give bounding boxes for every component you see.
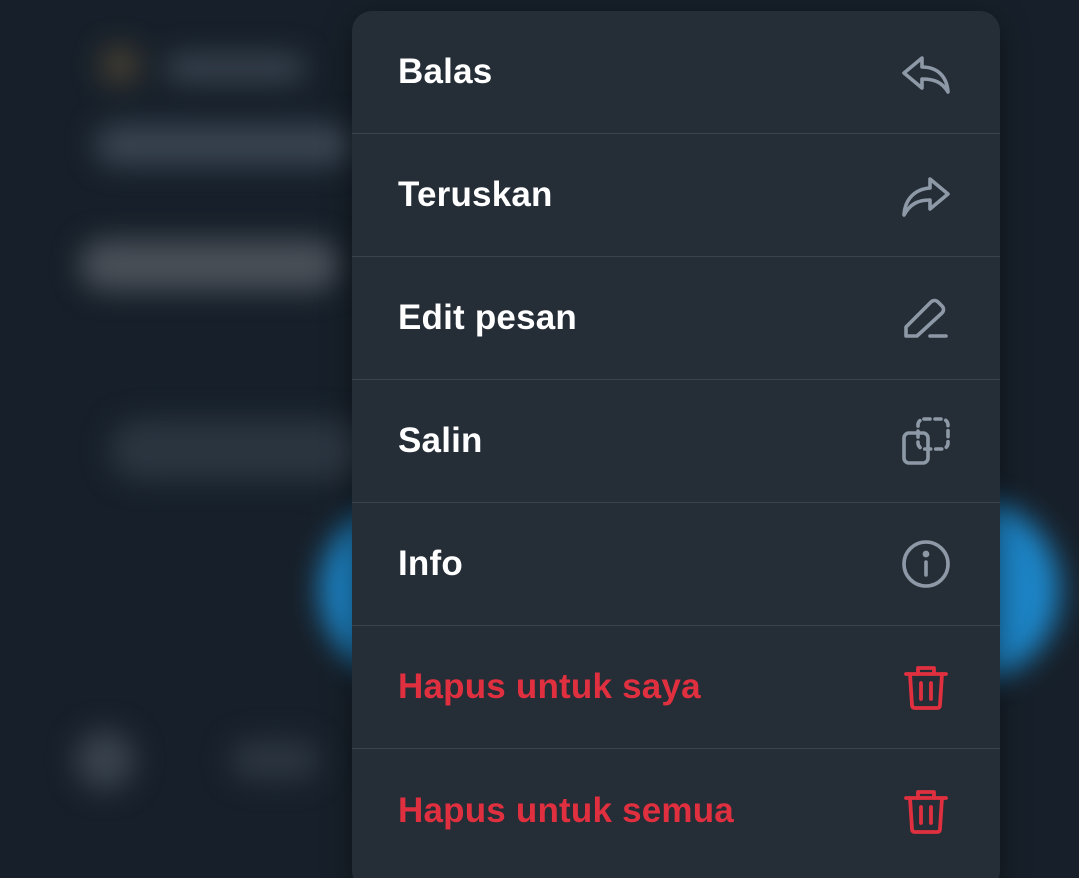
- menu-item-delete-for-me[interactable]: Hapus untuk saya: [352, 626, 1000, 749]
- forward-icon: [898, 167, 954, 223]
- blurred-sender-name: [165, 55, 305, 81]
- menu-item-label: Teruskan: [398, 175, 553, 214]
- menu-item-delete-for-everyone[interactable]: Hapus untuk semua: [352, 749, 1000, 872]
- blurred-composer-input: [230, 740, 320, 780]
- blurred-composer-button: [75, 730, 135, 790]
- menu-item-label: Edit pesan: [398, 298, 577, 337]
- menu-item-edit[interactable]: Edit pesan: [352, 257, 1000, 380]
- menu-item-label: Balas: [398, 52, 493, 91]
- blurred-message-text: [95, 125, 355, 165]
- trash-icon: [898, 783, 954, 839]
- menu-item-label: Hapus untuk saya: [398, 667, 701, 706]
- info-icon: [898, 536, 954, 592]
- menu-item-forward[interactable]: Teruskan: [352, 134, 1000, 257]
- blurred-message-bubble: [110, 420, 370, 480]
- menu-item-label: Salin: [398, 421, 483, 460]
- menu-item-reply[interactable]: Balas: [352, 11, 1000, 134]
- menu-item-info[interactable]: Info: [352, 503, 1000, 626]
- menu-item-label: Info: [398, 544, 463, 583]
- trash-icon: [898, 659, 954, 715]
- menu-item-copy[interactable]: Salin: [352, 380, 1000, 503]
- blurred-avatar: [100, 45, 140, 85]
- pencil-icon: [898, 290, 954, 346]
- menu-item-label: Hapus untuk semua: [398, 790, 734, 830]
- reply-icon: [898, 44, 954, 100]
- copy-icon: [898, 413, 954, 469]
- screen: Balas Teruskan Edit pesan Salin Info Hap…: [0, 0, 1079, 878]
- blurred-message-bubble: [80, 240, 340, 290]
- message-context-menu: Balas Teruskan Edit pesan Salin Info Hap…: [352, 11, 1000, 878]
